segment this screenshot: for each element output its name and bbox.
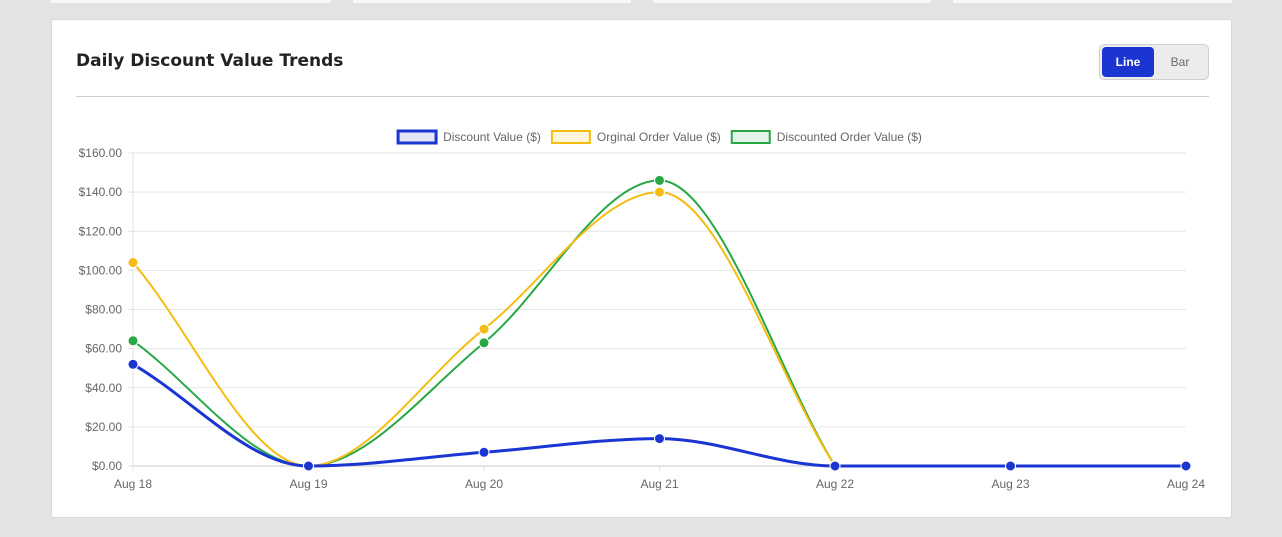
data-point: [1180, 460, 1192, 472]
legend-label: Discounted Order Value ($): [777, 130, 922, 144]
legend-label: Discount Value ($): [443, 130, 541, 144]
data-point: [478, 446, 490, 458]
data-point: [654, 186, 665, 198]
data-point: [654, 174, 665, 186]
chart-card: Daily Discount Value Trends Line Bar $0.…: [51, 19, 1232, 518]
y-tick-label: $0.00: [92, 459, 122, 473]
y-tick-label: $160.00: [79, 146, 123, 160]
y-tick-label: $80.00: [85, 303, 122, 317]
y-tick-label: $60.00: [85, 342, 122, 356]
data-point: [478, 323, 490, 335]
legend-swatch: [730, 130, 771, 144]
data-point: [127, 335, 139, 347]
background-card-edge: [51, 0, 331, 3]
x-tick-label: Aug 21: [640, 477, 678, 491]
data-point: [654, 433, 665, 445]
data-point: [478, 337, 490, 349]
x-tick-label: Aug 20: [465, 477, 503, 491]
legend-swatch: [396, 129, 438, 145]
series-line: [132, 362, 1186, 468]
x-tick-label: Aug 22: [816, 477, 854, 491]
background-card-edge: [353, 0, 631, 3]
y-tick-label: $100.00: [79, 263, 123, 277]
data-point: [303, 460, 314, 472]
line-chart: $0.00 $20.00 $40.00 $60.00 $80.00 $100.00 $120…: [79, 129, 1205, 491]
data-point: [829, 460, 841, 472]
y-tick-label: $20.00: [85, 420, 122, 434]
x-tick-label: Aug 19: [289, 477, 327, 491]
y-tick-label: $140.00: [79, 185, 123, 199]
x-tick-label: Aug 24: [1167, 477, 1205, 491]
y-tick-label: $40.00: [85, 381, 122, 395]
data-point: [1005, 460, 1016, 472]
x-tick-label: Aug 23: [991, 477, 1029, 491]
data-point: [127, 358, 139, 370]
y-tick-label: $120.00: [79, 224, 123, 238]
legend-label: Orginal Order Value ($): [597, 130, 721, 144]
data-point: [127, 257, 139, 269]
x-tick-label: Aug 18: [114, 477, 152, 491]
legend: Discount Value ($) Orginal Order Value ($…: [396, 129, 922, 145]
background-card-edge: [653, 0, 931, 3]
legend-swatch: [550, 130, 591, 144]
series-line: [132, 179, 836, 467]
background-card-edge: [953, 0, 1232, 3]
